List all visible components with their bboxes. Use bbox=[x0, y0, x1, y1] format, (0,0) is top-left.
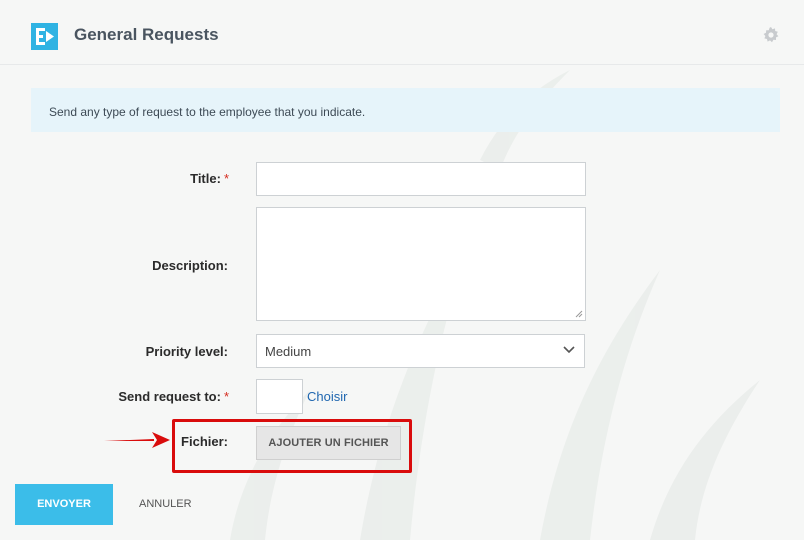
app-header: General Requests bbox=[0, 0, 804, 65]
description-textarea[interactable] bbox=[256, 207, 586, 321]
bizapp-logo-icon bbox=[31, 23, 58, 50]
description-label: Description: bbox=[152, 258, 228, 273]
chevron-down-icon bbox=[563, 346, 575, 354]
title-label: Title: * bbox=[190, 171, 229, 186]
title-label-text: Title: bbox=[190, 171, 221, 186]
title-input[interactable] bbox=[256, 162, 586, 196]
gear-icon[interactable] bbox=[763, 27, 779, 43]
info-banner-text: Send any type of request to the employee… bbox=[49, 105, 366, 119]
red-arrow-icon bbox=[104, 432, 170, 448]
info-banner: Send any type of request to the employee… bbox=[31, 88, 780, 132]
priority-label: Priority level: bbox=[145, 344, 228, 359]
priority-select[interactable]: Medium bbox=[256, 334, 585, 368]
resize-grip-icon[interactable] bbox=[575, 310, 583, 318]
choose-recipient-link[interactable]: Choisir bbox=[307, 389, 347, 404]
recipient-picker[interactable] bbox=[256, 379, 303, 414]
required-mark: * bbox=[223, 171, 229, 186]
priority-selected-value: Medium bbox=[265, 344, 312, 359]
submit-button[interactable]: ENVOYER bbox=[15, 484, 113, 525]
send-to-label: Send request to: * bbox=[118, 389, 229, 404]
send-to-label-text: Send request to: bbox=[118, 389, 221, 404]
page-title: General Requests bbox=[74, 25, 219, 44]
cancel-button[interactable]: ANNULER bbox=[139, 498, 192, 510]
highlight-box bbox=[172, 419, 412, 473]
required-mark: * bbox=[223, 389, 229, 404]
